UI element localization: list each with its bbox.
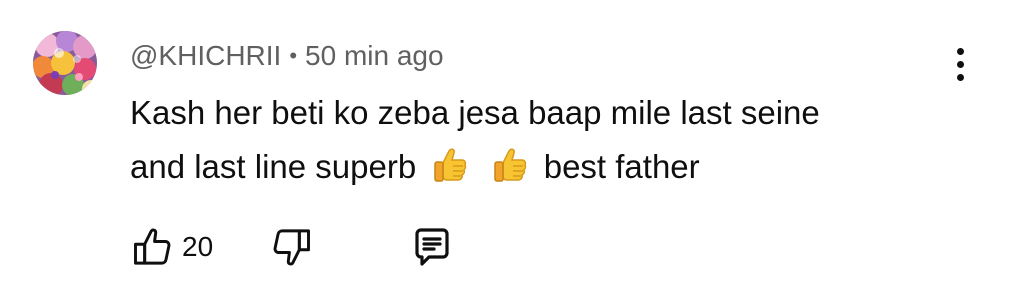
like-count: 20 — [182, 231, 214, 262]
comment-text-part: best father — [543, 148, 700, 185]
comment-text-line-2: and last line superb best father — [130, 140, 930, 200]
avatar[interactable] — [33, 31, 97, 95]
avatar-flowers-image — [33, 31, 97, 95]
thumbs-up-outline-icon — [134, 228, 171, 265]
dislike-button[interactable] — [270, 222, 314, 272]
author-name[interactable]: @KHICHRII — [130, 40, 281, 72]
more-vertical-icon[interactable] — [946, 42, 974, 86]
comment-text-part: and last line superb — [130, 148, 417, 185]
comment-time: 50 min ago — [305, 40, 444, 71]
comment-header: @KHICHRII • 50 min ago — [130, 38, 444, 74]
comment-text: Kash her beti ko zeba jesa baap mile las… — [130, 86, 930, 200]
meta-separator: • — [289, 43, 298, 68]
comment-text-line-1: Kash her beti ko zeba jesa baap mile las… — [130, 94, 820, 131]
like-button[interactable]: 20 — [130, 222, 213, 272]
comment-item: @KHICHRII • 50 min ago Kash her beti ko … — [0, 0, 1024, 286]
thumbs-up-emoji-icon — [431, 146, 469, 200]
thumbs-up-emoji-icon — [491, 146, 529, 200]
thumbs-down-outline-icon — [273, 229, 310, 266]
reply-button[interactable] — [408, 222, 456, 272]
reply-comment-icon — [415, 228, 449, 266]
